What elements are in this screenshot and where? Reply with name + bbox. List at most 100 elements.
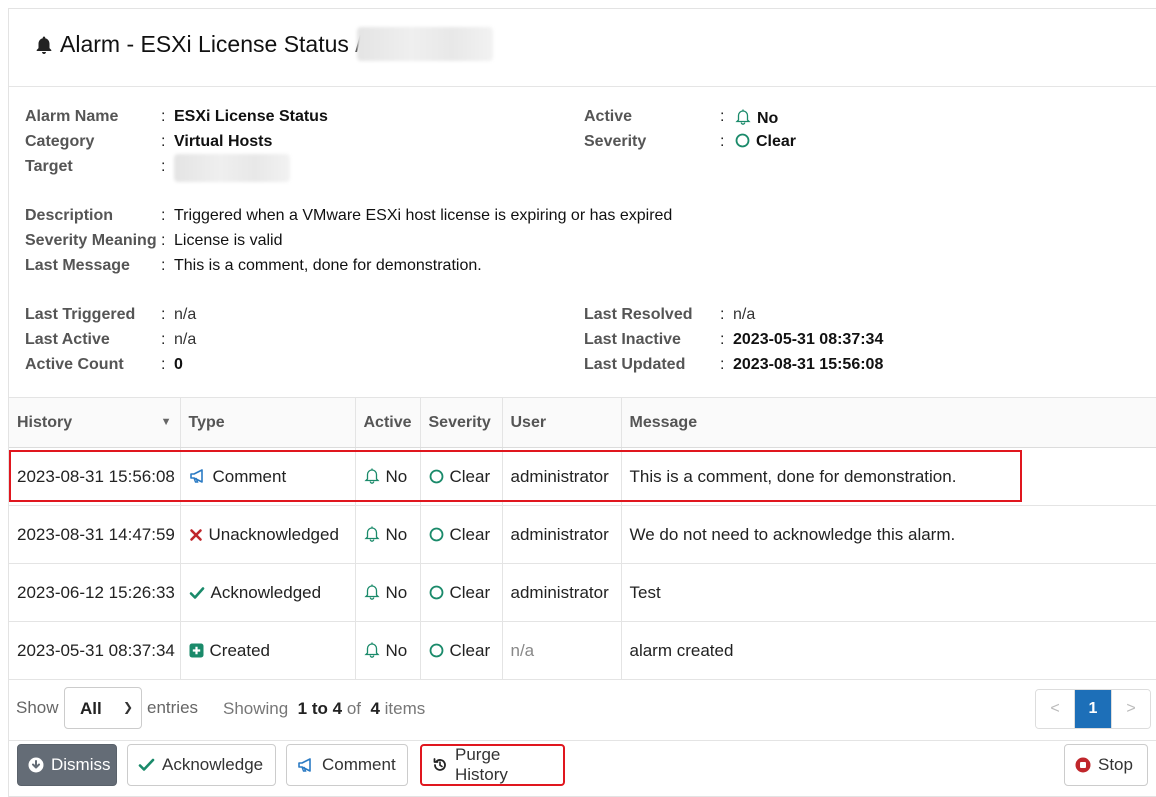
last-resolved-label: Last Resolved [584, 306, 693, 323]
user-cell: administrator [502, 563, 622, 622]
table-row[interactable]: 2023-08-31 15:56:08 Comment No Clear adm… [9, 447, 1156, 506]
history-cell: 2023-06-12 15:26:33 [9, 563, 181, 622]
colon: : [161, 306, 166, 323]
page-size-select[interactable]: All ❯ [64, 687, 142, 729]
page-1-button[interactable]: 1 [1074, 690, 1112, 728]
colon: : [161, 331, 166, 348]
column-header-message[interactable]: Message [621, 397, 1156, 448]
history-cell: 2023-08-31 14:47:59 [9, 505, 181, 564]
message-cell: Test [621, 563, 1156, 622]
colon: : [161, 158, 166, 175]
page-title: Alarm - ESXi License Status / [60, 31, 362, 57]
megaphone-icon [297, 757, 315, 773]
bell-outline-icon [735, 109, 751, 125]
alarm-detail-panel: Alarm - ESXi License Status / Alarm Name… [8, 8, 1156, 797]
active-cell: No [355, 447, 421, 506]
next-page-button[interactable]: > [1112, 690, 1150, 728]
prev-page-button[interactable]: < [1036, 690, 1074, 728]
severity-cell: Clear [420, 447, 503, 506]
show-label: Show [16, 698, 59, 717]
table-row[interactable]: 2023-08-31 14:47:59 Unacknowledged No Cl… [9, 505, 1156, 564]
bell-icon [36, 36, 52, 54]
message-cell: alarm created [621, 621, 1156, 680]
type-cell: Comment [180, 447, 356, 506]
column-header-user[interactable]: User [502, 397, 622, 448]
redacted-target-value [174, 154, 290, 182]
last-message-value: This is a comment, done for demonstratio… [174, 257, 482, 274]
last-triggered-value: n/a [174, 306, 197, 323]
circle-outline-icon [429, 585, 443, 599]
colon: : [161, 133, 166, 150]
active-label: Active [584, 108, 633, 125]
user-cell: administrator [502, 505, 622, 564]
last-triggered-label: Last Triggered [25, 306, 136, 323]
message-cell: This is a comment, done for demonstratio… [621, 447, 1156, 506]
history-cell: 2023-05-31 08:37:34 [9, 621, 181, 680]
target-label: Target [25, 158, 73, 175]
last-inactive-value: 2023-05-31 08:37:34 [733, 331, 884, 348]
comment-button[interactable]: Comment [286, 744, 408, 786]
stop-circle-icon [1075, 757, 1091, 773]
column-header-severity[interactable]: Severity [420, 397, 503, 448]
last-active-label: Last Active [25, 331, 110, 348]
megaphone-icon [189, 468, 203, 483]
last-resolved-value: n/a [733, 306, 756, 323]
column-header-type[interactable]: Type [180, 397, 356, 448]
bell-outline-icon [363, 468, 380, 484]
table-row[interactable]: 2023-06-12 15:26:33 Acknowledged No Clea… [9, 563, 1156, 622]
arrow-down-circle-icon [28, 757, 44, 773]
bell-outline-icon [363, 584, 380, 600]
colon: : [161, 207, 166, 224]
acknowledge-button[interactable]: Acknowledge [127, 744, 276, 786]
table-footer: Show All ❯ entries Showing 1 to 4 of 4 i… [9, 681, 1156, 741]
circle-outline-icon [735, 133, 750, 148]
category-value: Virtual Hosts [174, 133, 273, 150]
active-value: No [735, 108, 778, 128]
check-icon [138, 758, 155, 772]
user-cell: administrator [502, 447, 622, 506]
type-cell: Unacknowledged [180, 505, 356, 564]
severity-cell: Clear [420, 621, 503, 680]
description-value: Triggered when a VMware ESXi host licens… [174, 207, 673, 224]
colon: : [161, 356, 166, 373]
sort-desc-icon: ▼ [160, 415, 172, 428]
active-count-label: Active Count [25, 356, 124, 373]
severity-meaning-value: License is valid [174, 232, 283, 249]
severity-cell: Clear [420, 563, 503, 622]
last-message-label: Last Message [25, 257, 130, 274]
active-cell: No [355, 621, 421, 680]
colon: : [161, 257, 166, 274]
dismiss-button[interactable]: Dismiss [17, 744, 117, 786]
plus-square-icon [189, 643, 203, 657]
x-icon [189, 528, 202, 541]
circle-outline-icon [429, 643, 443, 657]
entries-label: entries [147, 698, 199, 717]
showing-summary: Showing 1 to 4 of 4 items [223, 699, 426, 718]
column-header-history[interactable]: History ▼ [9, 397, 181, 448]
stop-button[interactable]: Stop [1064, 744, 1148, 786]
purge-history-button[interactable]: Purge History [420, 744, 565, 786]
severity-value: Clear [735, 133, 796, 151]
history-cell: 2023-08-31 15:56:08 [9, 447, 181, 506]
active-cell: No [355, 563, 421, 622]
severity-cell: Clear [420, 505, 503, 564]
active-cell: No [355, 505, 421, 564]
last-updated-label: Last Updated [584, 356, 686, 373]
colon: : [161, 108, 166, 125]
description-label: Description [25, 207, 114, 224]
circle-outline-icon [429, 469, 443, 483]
circle-outline-icon [429, 527, 443, 541]
colon: : [720, 356, 725, 373]
message-cell: We do not need to acknowledge this alarm… [621, 505, 1156, 564]
category-label: Category [25, 133, 95, 150]
column-header-active[interactable]: Active [355, 397, 421, 448]
active-count-value: 0 [174, 356, 183, 373]
severity-meaning-label: Severity Meaning [25, 232, 157, 249]
bell-outline-icon [363, 526, 380, 542]
type-cell: Created [180, 621, 356, 680]
last-inactive-label: Last Inactive [584, 331, 681, 348]
table-row[interactable]: 2023-05-31 08:37:34 Created No Clear n/a… [9, 621, 1156, 680]
colon: : [161, 232, 166, 249]
redacted-target [357, 27, 493, 61]
chevron-down-icon: ❯ [122, 700, 133, 714]
